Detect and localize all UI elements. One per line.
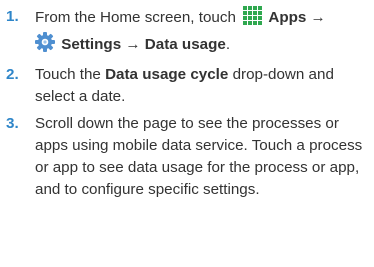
arrow: → — [306, 9, 326, 26]
apps-label: Apps — [268, 9, 307, 26]
data-usage-label: Data usage — [144, 36, 226, 53]
instruction-steps: 1. From the Home screen, touch Apps → Se… — [0, 0, 374, 201]
step-3: 3. Scroll down the page to see the proce… — [6, 113, 374, 201]
step-number: 2. — [6, 66, 19, 83]
settings-label: Settings — [61, 36, 122, 53]
settings-gear-icon — [35, 32, 55, 59]
step-1: 1. From the Home screen, touch Apps → Se… — [6, 6, 374, 59]
data-usage-cycle-label: Data usage cycle — [105, 66, 229, 83]
step-text-part: From the Home screen, touch — [35, 9, 241, 26]
step-2: 2. Touch the Data usage cycle drop-down … — [6, 64, 374, 108]
step-number: 1. — [6, 8, 19, 25]
step-text: From the Home screen, touch Apps → Setti… — [35, 6, 374, 59]
step-text: Scroll down the page to see the processe… — [35, 115, 363, 198]
arrow: → — [121, 36, 145, 53]
step-text: Touch the Data usage cycle drop-down and… — [35, 64, 374, 108]
step-text-part: Touch the — [35, 66, 106, 83]
apps-grid-icon — [243, 6, 263, 32]
step-number: 3. — [6, 115, 19, 132]
step-text-part: . — [225, 36, 231, 53]
